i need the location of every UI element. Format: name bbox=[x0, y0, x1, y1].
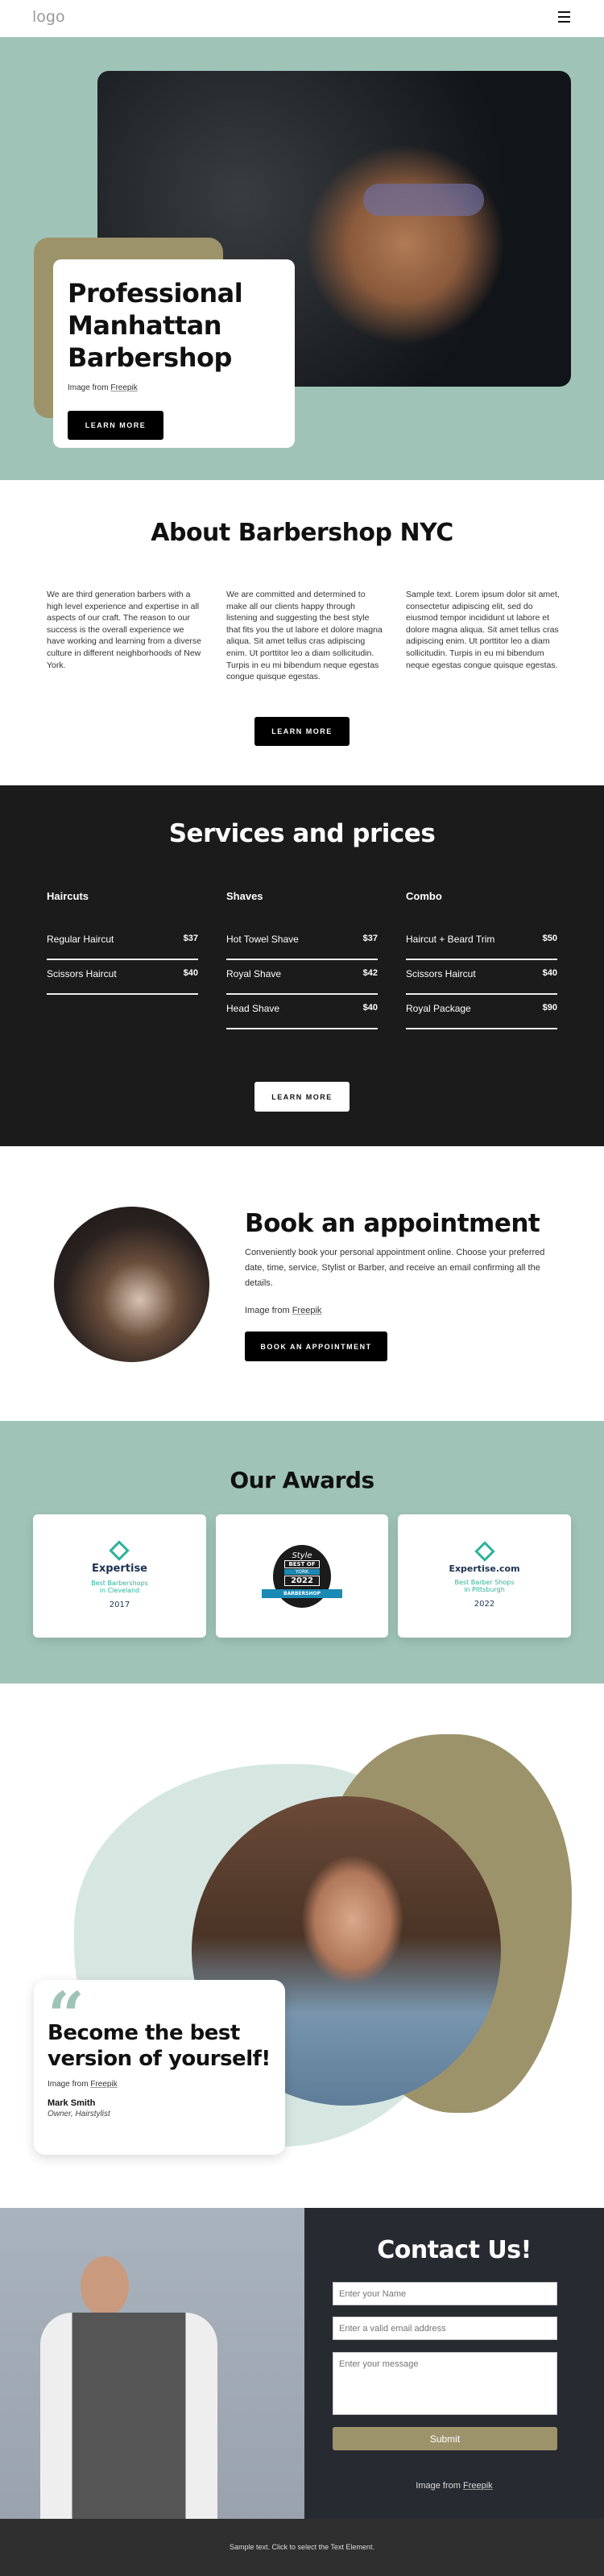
about-column: Sample text. Lorem ipsum dolor sit amet,… bbox=[406, 590, 560, 670]
service-price: $37 bbox=[362, 934, 378, 943]
service-row: Royal Shave $42 bbox=[226, 960, 378, 995]
service-row: Head Shave $40 bbox=[226, 995, 378, 1029]
hamburger-icon[interactable] bbox=[558, 11, 570, 23]
booking-section: Book an appointment Conveniently book yo… bbox=[0, 1146, 604, 1421]
hero-section: Professional Manhattan Barbershop Image … bbox=[0, 37, 604, 480]
diamond-logo-icon bbox=[109, 1539, 130, 1561]
image-credit: Image from Freepik bbox=[68, 383, 138, 392]
email-input[interactable] bbox=[333, 2317, 557, 2340]
footer: Sample text. Click to select the Text El… bbox=[0, 2519, 604, 2576]
author-name: Mark Smith bbox=[48, 2098, 96, 2108]
service-name: Royal Package bbox=[406, 1003, 471, 1014]
services-section: Services and prices Haircuts Regular Hair… bbox=[0, 785, 604, 1146]
booking-title: Book an appointment bbox=[245, 1209, 540, 1238]
about-column: We are third generation barbers with a h… bbox=[47, 590, 202, 670]
category-title: Combo bbox=[406, 890, 442, 902]
image-credit: Image from Freepik bbox=[416, 2481, 493, 2491]
service-name: Head Shave bbox=[226, 1003, 280, 1014]
about-section: About Barbershop NYC We are third genera… bbox=[0, 480, 604, 785]
expertise-badge: Expertise.com Best Barber Shops in Pitts… bbox=[449, 1540, 520, 1609]
freepik-link[interactable]: Freepik bbox=[110, 383, 137, 392]
service-name: Scissors Haircut bbox=[47, 968, 117, 979]
award-card: Expertise Best Barbershops in Cleveland … bbox=[33, 1514, 206, 1638]
diamond-logo-icon bbox=[474, 1540, 495, 1562]
contact-photo bbox=[0, 2208, 304, 2519]
quote-icon: “ bbox=[48, 1978, 85, 2053]
barber-circle-image bbox=[54, 1207, 209, 1362]
service-name: Regular Haircut bbox=[47, 934, 114, 945]
service-row: Scissors Haircut $40 bbox=[406, 960, 557, 995]
about-learn-more-button[interactable]: LEARN MORE bbox=[254, 717, 350, 746]
freepik-link[interactable]: Freepik bbox=[292, 1306, 322, 1315]
service-price: $90 bbox=[542, 1003, 557, 1013]
services-title: Services and prices bbox=[168, 819, 436, 848]
expertise-badge: Expertise Best Barbershops in Cleveland … bbox=[91, 1539, 148, 1609]
category-title: Haircuts bbox=[47, 890, 89, 902]
logo[interactable]: logo bbox=[32, 8, 65, 26]
service-price: $40 bbox=[362, 1003, 378, 1013]
service-row: Regular Haircut $37 bbox=[47, 926, 198, 960]
freepik-link[interactable]: Freepik bbox=[90, 2080, 117, 2089]
image-credit: Image from Freepik bbox=[245, 1306, 322, 1315]
header: logo bbox=[0, 0, 604, 37]
author-role: Owner, Hairstylist bbox=[48, 2110, 110, 2118]
testimonial-section: “ Become the best version of yourself! I… bbox=[0, 1684, 604, 2208]
service-price: $37 bbox=[183, 934, 198, 943]
service-price: $40 bbox=[542, 968, 557, 978]
booking-text: Conveniently book your personal appointm… bbox=[245, 1248, 545, 1288]
hero-title: Professional Manhattan Barbershop bbox=[68, 278, 243, 373]
service-name: Royal Shave bbox=[226, 968, 282, 979]
style-badge: Style BEST OF YORK 2022 BARBERSHOP bbox=[262, 1544, 342, 1608]
award-card: Style BEST OF YORK 2022 BARBERSHOP bbox=[216, 1514, 388, 1638]
service-category: Haircuts Regular Haircut $37 Scissors Hairc… bbox=[47, 890, 198, 995]
service-row: Royal Package $90 bbox=[406, 995, 557, 1029]
service-row: Scissors Haircut $40 bbox=[47, 960, 198, 995]
submit-button[interactable]: Submit bbox=[333, 2427, 557, 2450]
service-name: Scissors Haircut bbox=[406, 968, 476, 979]
award-card: Expertise.com Best Barber Shops in Pitts… bbox=[398, 1514, 571, 1638]
freepik-link[interactable]: Freepik bbox=[463, 2481, 493, 2491]
category-title: Shaves bbox=[226, 890, 263, 902]
service-name: Haircut + Beard Trim bbox=[406, 934, 495, 945]
image-credit: Image from Freepik bbox=[48, 2080, 118, 2089]
name-input[interactable] bbox=[333, 2282, 557, 2305]
service-row: Hot Towel Shave $37 bbox=[226, 926, 378, 960]
service-price: $50 bbox=[542, 934, 557, 943]
about-column: We are committed and determined to make … bbox=[226, 590, 383, 682]
hero-learn-more-button[interactable]: LEARN MORE bbox=[68, 411, 163, 440]
awards-title: Our Awards bbox=[230, 1467, 374, 1493]
book-appointment-button[interactable]: BOOK AN APPOINTMENT bbox=[245, 1331, 387, 1361]
service-name: Hot Towel Shave bbox=[226, 934, 299, 945]
service-row: Haircut + Beard Trim $50 bbox=[406, 926, 557, 960]
services-learn-more-button[interactable]: LEARN MORE bbox=[254, 1082, 350, 1112]
message-textarea[interactable] bbox=[333, 2352, 557, 2415]
testimonial-card: “ Become the best version of yourself! I… bbox=[34, 1980, 285, 2155]
contact-title: Contact Us! bbox=[377, 2236, 532, 2264]
about-title: About Barbershop NYC bbox=[151, 519, 453, 547]
service-category: Shaves Hot Towel Shave $37 Royal Shave $42 He… bbox=[226, 890, 378, 1029]
service-price: $42 bbox=[362, 968, 378, 978]
awards-section: Our Awards Expertise Best Barbershops in… bbox=[0, 1421, 604, 1684]
testimonial-quote: Become the best version of yourself! bbox=[48, 2021, 271, 2071]
service-category: Combo Haircut + Beard Trim $50 Scissors Hai… bbox=[406, 890, 557, 1029]
service-price: $40 bbox=[183, 968, 198, 978]
hero-card: Professional Manhattan Barbershop Image … bbox=[53, 259, 295, 448]
footer-text[interactable]: Sample text. Click to select the Text El… bbox=[0, 2543, 604, 2551]
